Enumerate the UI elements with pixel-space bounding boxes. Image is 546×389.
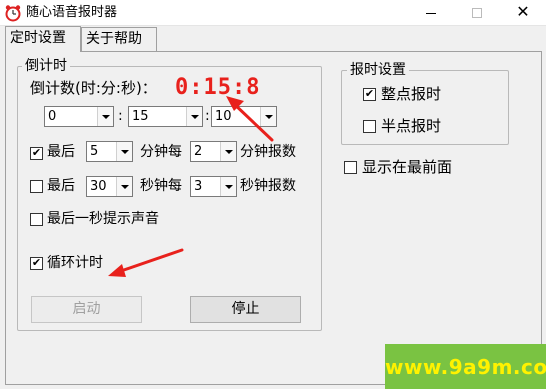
time-separator: : xyxy=(118,108,123,124)
minute-rule-every-value: 2 xyxy=(194,144,203,159)
hourly-chime-checkbox[interactable]: ✔ xyxy=(363,87,376,101)
minute-rule-suffix: 分钟报数 xyxy=(240,144,296,160)
minutes-value: 15 xyxy=(132,109,149,124)
minute-rule-last-select[interactable]: 5 xyxy=(86,141,133,162)
always-on-top-label: 显示在最前面 xyxy=(362,158,453,176)
stop-button[interactable]: 停止 xyxy=(190,296,301,323)
last-second-sound-checkbox[interactable] xyxy=(30,213,43,226)
check-icon: ✔ xyxy=(364,87,375,100)
hourly-chime-label: 整点报时 xyxy=(381,85,442,103)
maximize-icon xyxy=(472,8,482,18)
chevron-down-icon[interactable] xyxy=(220,142,236,161)
tab-timer-settings[interactable]: 定时设置 xyxy=(5,26,81,52)
last-second-sound-label: 最后一秒提示声音 xyxy=(47,211,159,227)
chevron-down-icon[interactable] xyxy=(260,107,276,126)
second-rule-mid: 秒钟每 xyxy=(140,178,182,194)
chevron-down-icon[interactable] xyxy=(116,177,132,196)
chevron-down-icon[interactable] xyxy=(116,142,132,161)
title-bar: 随心语音报时器 ✕ xyxy=(0,0,546,26)
close-icon: ✕ xyxy=(516,2,530,21)
minute-rule-last-value: 5 xyxy=(90,144,99,159)
countdown-display: 0:15:8 xyxy=(175,75,261,100)
loop-timer-checkbox[interactable]: ✔ xyxy=(30,256,43,270)
seconds-select[interactable]: 10 xyxy=(211,106,277,127)
minimize-button[interactable] xyxy=(408,0,454,26)
site-watermark: www.9a9m.com xyxy=(385,344,546,389)
half-hour-chime-checkbox[interactable] xyxy=(363,120,376,133)
second-rule-every-select[interactable]: 3 xyxy=(190,176,237,197)
second-announce-checkbox[interactable] xyxy=(30,180,43,193)
second-rule-last-select[interactable]: 30 xyxy=(86,176,133,197)
time-separator: : xyxy=(205,108,210,124)
seconds-value: 10 xyxy=(215,109,232,124)
hours-value: 0 xyxy=(48,109,57,124)
minimize-icon xyxy=(426,13,436,14)
second-rule-every-value: 3 xyxy=(194,179,203,194)
start-button[interactable]: 启动 xyxy=(31,296,142,323)
minute-rule-every-select[interactable]: 2 xyxy=(190,141,237,162)
chevron-down-icon[interactable] xyxy=(186,107,202,126)
minute-rule-prefix: 最后 xyxy=(47,144,75,160)
second-rule-suffix: 秒钟报数 xyxy=(240,178,296,194)
tab-about-help[interactable]: 关于帮助 xyxy=(81,27,157,51)
chevron-down-icon[interactable] xyxy=(97,107,113,126)
window-title: 随心语音报时器 xyxy=(26,5,118,20)
check-icon: ✔ xyxy=(31,256,42,269)
chime-group-legend: 报时设置 xyxy=(347,62,409,78)
close-button[interactable]: ✕ xyxy=(500,0,546,26)
half-hour-chime-label: 半点报时 xyxy=(381,117,442,135)
hours-select[interactable]: 0 xyxy=(44,106,114,127)
second-rule-last-value: 30 xyxy=(90,179,107,194)
loop-timer-label: 循环计时 xyxy=(47,255,103,271)
check-icon: ✔ xyxy=(31,146,42,159)
always-on-top-checkbox[interactable] xyxy=(344,161,357,174)
minutes-select[interactable]: 15 xyxy=(128,106,203,127)
countdown-group-legend: 倒计时 xyxy=(22,58,70,74)
chevron-down-icon[interactable] xyxy=(220,177,236,196)
minute-announce-checkbox[interactable]: ✔ xyxy=(30,146,43,160)
countdown-label: 倒计数(时:分:秒)： xyxy=(30,79,157,97)
second-rule-prefix: 最后 xyxy=(47,178,75,194)
maximize-button[interactable] xyxy=(454,0,500,26)
minute-rule-mid: 分钟每 xyxy=(140,144,182,160)
watermark-text: www.9a9m.com xyxy=(385,355,546,379)
alarm-clock-icon xyxy=(5,5,21,22)
